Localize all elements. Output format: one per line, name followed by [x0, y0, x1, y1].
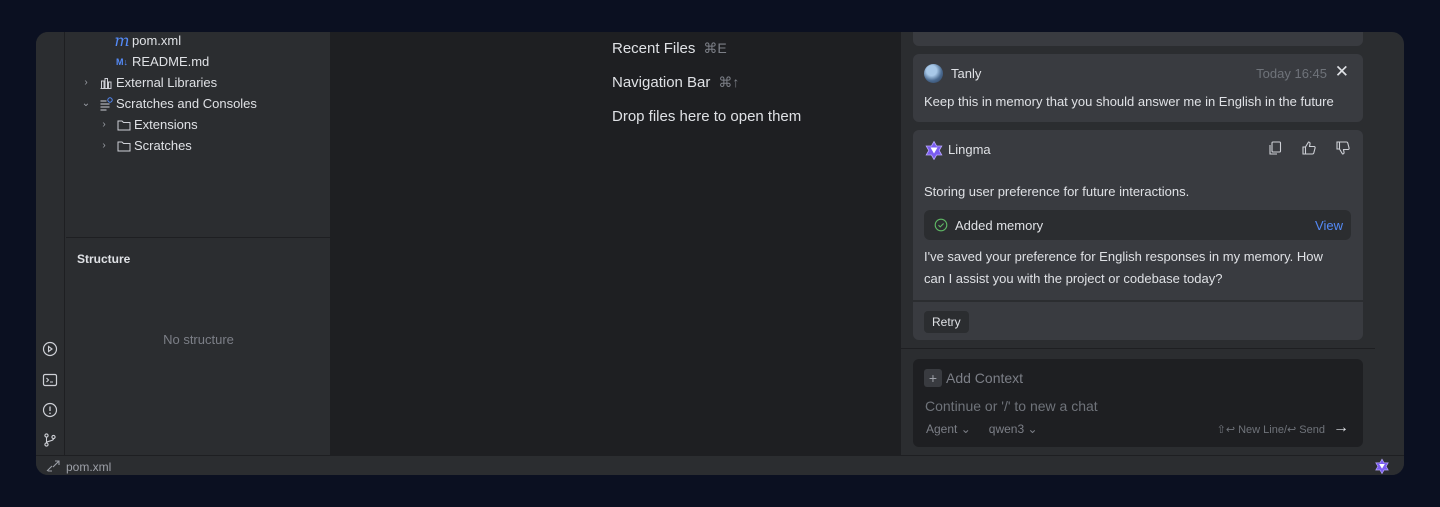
send-hint: ⇧↩ New Line/↩ Send	[1216, 424, 1325, 436]
folder-icon	[116, 117, 132, 133]
folder-icon	[116, 138, 132, 154]
bot-name: Lingma	[948, 142, 991, 157]
model-value: qwen3	[988, 422, 1025, 436]
bot-status-text: Storing user preference for future inter…	[924, 184, 1190, 199]
navigate-icon[interactable]	[46, 459, 62, 473]
chevron-right-icon[interactable]: ›	[98, 140, 110, 151]
message-actions	[1267, 140, 1351, 156]
lingma-status-icon[interactable]	[1374, 458, 1390, 475]
tree-item-readme[interactable]: M↓ README.md	[114, 51, 209, 72]
project-tree: m pom.xml M↓ README.md › External Librar…	[66, 32, 331, 238]
close-icon[interactable]: ✕	[1335, 62, 1349, 82]
tree-item-label: README.md	[132, 54, 210, 69]
model-select[interactable]: qwen3 ⌄	[989, 422, 1038, 436]
hint-drop-files: Drop files here to open them	[612, 108, 801, 125]
chat-input-box: + Add Context Continue or '/' to new a c…	[913, 359, 1363, 447]
chevron-down-icon: ⌄	[1027, 422, 1038, 436]
scratches-icon	[98, 96, 114, 112]
add-context-button[interactable]: + Add Context	[924, 369, 1023, 387]
mode-value: Agent	[926, 422, 958, 436]
send-arrow-icon[interactable]: →	[1333, 419, 1349, 437]
tree-item-label: Scratches	[134, 138, 192, 153]
thumbs-up-icon[interactable]	[1301, 140, 1317, 156]
plus-icon: +	[924, 369, 942, 387]
markdown-icon: M↓	[116, 56, 128, 67]
tree-item-label: Extensions	[134, 117, 198, 132]
bot-reply-text: I've saved your preference for English r…	[924, 249, 1323, 286]
maven-icon: m	[114, 32, 130, 50]
chevron-right-icon[interactable]: ›	[98, 119, 110, 130]
previous-message-card	[913, 32, 1363, 46]
tree-item-label: pom.xml	[132, 33, 182, 48]
lingma-chat-panel: Tanly Today 16:45 ✕ Keep this in memory …	[900, 32, 1375, 455]
divider	[901, 348, 1375, 349]
hint-navigation-bar[interactable]: Navigation Bar ⌘↑	[612, 74, 739, 91]
mode-select[interactable]: Agent ⌄	[926, 422, 971, 436]
chevron-down-icon: ⌄	[960, 422, 971, 436]
structure-panel: Structure No structure	[66, 237, 331, 455]
memory-label: Added memory	[955, 218, 1044, 233]
tree-item-scratches-consoles[interactable]: ⌄ Scratches and Consoles	[80, 93, 257, 114]
left-tool-strip	[36, 32, 65, 455]
thumbs-down-icon[interactable]	[1335, 140, 1351, 156]
library-icon	[98, 75, 114, 91]
structure-empty-text: No structure	[163, 332, 234, 347]
retry-button[interactable]: Retry	[924, 311, 969, 333]
editor-area: Recent Files ⌘E Navigation Bar ⌘↑ Drop fil…	[331, 32, 900, 455]
avatar	[924, 64, 943, 83]
user-name: Tanly	[951, 66, 982, 81]
hint-label: Recent Files	[612, 40, 696, 57]
run-services-icon[interactable]	[42, 341, 58, 357]
bot-message-card: Lingma Storing user preference for futur…	[913, 130, 1363, 340]
message-time: Today 16:45	[1256, 66, 1327, 81]
tree-item-extensions[interactable]: › Extensions	[98, 114, 198, 135]
added-memory-box: Added memory View	[924, 210, 1351, 240]
status-file[interactable]: pom.xml	[66, 460, 111, 474]
ide-window: m pom.xml M↓ README.md › External Librar…	[36, 32, 1404, 475]
lingma-logo-icon	[924, 140, 944, 161]
tree-item-scratches[interactable]: › Scratches	[98, 135, 192, 156]
structure-title: Structure	[77, 252, 131, 266]
hint-recent-files[interactable]: Recent Files ⌘E	[612, 40, 727, 57]
terminal-icon[interactable]	[42, 372, 58, 388]
chevron-right-icon[interactable]: ›	[80, 77, 92, 88]
tree-item-label: Scratches and Consoles	[116, 96, 257, 111]
git-branch-icon[interactable]	[42, 432, 58, 448]
retry-bar: Retry	[913, 300, 1363, 340]
user-message-card: Tanly Today 16:45 ✕ Keep this in memory …	[913, 54, 1363, 122]
chat-input[interactable]: Continue or '/' to new a chat	[925, 398, 1098, 414]
view-memory-link[interactable]: View	[1315, 218, 1343, 233]
status-bar: pom.xml	[36, 455, 1404, 475]
hint-shortcut: ⌘E	[703, 40, 727, 56]
tree-item-label: External Libraries	[116, 75, 218, 90]
tree-item-external-libraries[interactable]: › External Libraries	[80, 72, 217, 93]
hint-label: Navigation Bar	[612, 74, 711, 91]
problems-icon[interactable]	[42, 402, 58, 418]
user-message-text: Keep this in memory that you should answ…	[924, 94, 1334, 109]
chat-options: Agent ⌄ qwen3 ⌄	[926, 422, 1038, 436]
copy-icon[interactable]	[1267, 140, 1283, 156]
tree-item-pom[interactable]: m pom.xml	[114, 32, 181, 51]
hint-shortcut: ⌘↑	[718, 74, 740, 90]
hint-label: Drop files here to open them	[612, 108, 802, 125]
check-circle-icon	[934, 218, 948, 232]
chevron-down-icon[interactable]: ⌄	[80, 98, 92, 109]
add-context-label: Add Context	[946, 370, 1024, 386]
